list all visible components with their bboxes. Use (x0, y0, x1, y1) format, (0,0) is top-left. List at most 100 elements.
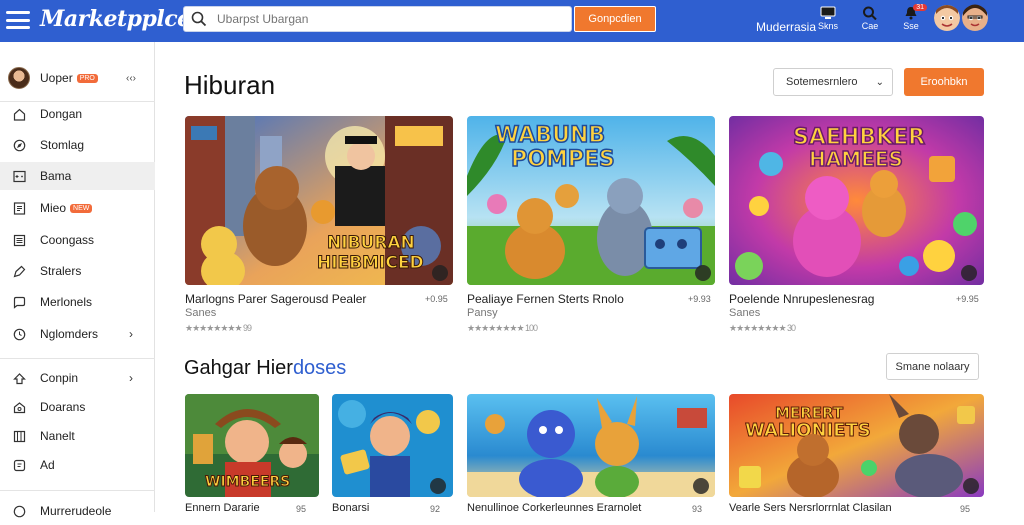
cart-icon (12, 504, 26, 518)
top-icon-search[interactable]: Cae (858, 6, 882, 31)
user-badge: PRO (76, 73, 98, 83)
sidebar-item-merlonels[interactable]: Merlonels (0, 288, 155, 316)
sidebar-item-label: Stralers (40, 264, 82, 278)
game-title[interactable]: Bonarsi (332, 502, 369, 514)
action-button[interactable]: Eroohbkn (904, 68, 984, 96)
sidebar-item-doarans[interactable]: Doarans (0, 393, 155, 421)
svg-text:WABUNB: WABUNB (495, 123, 605, 148)
section-title-accent: doses (292, 357, 347, 379)
new-badge: NEW (70, 203, 93, 213)
ad-icon (12, 458, 26, 472)
svg-text:HIEBMICED: HIEBMICED (317, 253, 424, 273)
game-title[interactable]: Vearle Sers Nersrlorrnlat Clasilan (729, 502, 892, 514)
sidebar-item-label: Conpin (40, 371, 79, 385)
game-thumbnail[interactable]: WIMBEERS (185, 394, 319, 497)
game-thumbnail[interactable]: SAEHBKER HAMEES (729, 116, 984, 285)
game-thumbnail[interactable]: WABUNB POMPES (467, 116, 715, 285)
tag-icon (12, 264, 26, 278)
chevron-right-icon[interactable]: › (129, 371, 133, 385)
game-title[interactable]: Ennern Dararie (185, 502, 260, 514)
game-price: 92 (430, 504, 441, 514)
top-link[interactable]: Muderrasia (756, 20, 816, 34)
see-more-button[interactable]: Smane nolaary (886, 353, 979, 380)
game-rating: ★★★★★★★★ 100 (467, 323, 538, 333)
more-icon[interactable]: ‹‹› (126, 73, 136, 84)
film-icon (12, 201, 26, 215)
chevron-down-icon: ⌄ (875, 76, 884, 88)
sidebar-item-stomlag[interactable]: Stomlag (0, 131, 155, 159)
sort-dropdown[interactable]: Sotemesrnlero ⌄ (773, 68, 893, 96)
friend-avatar[interactable] (962, 4, 988, 32)
game-price: +0.95 (425, 294, 448, 304)
sidebar-item-label: Mieo (40, 201, 67, 215)
game-title[interactable]: Pealiaye Fernen Sterts Rnolo (467, 292, 624, 306)
game-subtitle: Pansy (467, 307, 498, 319)
section-title-main: Gahgar Hier (184, 357, 293, 379)
svg-text:NIBURAN: NIBURAN (327, 233, 415, 253)
sidebar-item-murrerudeole[interactable]: Murrerudeole (0, 497, 155, 525)
game-thumbnail[interactable]: MERERT WALIONIETS (729, 394, 984, 497)
game-thumbnail[interactable]: NIBURAN HIEBMICED (185, 116, 453, 285)
game-title[interactable]: Marlogns Parer Sagerousd Pealer (185, 292, 366, 306)
chat-icon (12, 295, 26, 309)
sidebar-item-coongass[interactable]: Coongass (0, 226, 155, 254)
menu-icon[interactable] (6, 11, 30, 29)
app-logo[interactable]: Marketpplce (40, 6, 191, 32)
sidebar-item-label: Ad (40, 458, 55, 472)
sort-label: Sotemesrnlero (786, 76, 858, 88)
monitor-icon (820, 6, 836, 19)
sidebar-item-label: Murrerudeole (40, 504, 112, 518)
game-price: +9.95 (956, 294, 979, 304)
sidebar-item-label: Nanelt (40, 429, 75, 443)
sidebar-item-label: Dongan (40, 107, 83, 121)
thumbnail-banner: WIMBEERS (205, 474, 290, 490)
clock-icon (12, 327, 26, 341)
sidebar-item-label: Bama (40, 169, 72, 183)
search-icon (191, 11, 207, 27)
divider (0, 490, 155, 491)
gamepad-icon (12, 169, 26, 183)
sidebar-item-conpin[interactable]: Conpin › (0, 364, 155, 392)
sidebar-item-mieo[interactable]: Mieo NEW (0, 194, 155, 222)
search-icon (863, 6, 877, 20)
list-icon (12, 233, 26, 247)
top-icon-label: Skns (817, 21, 838, 31)
sidebar-item-nglomders[interactable]: Nglomders › (0, 320, 155, 348)
chevron-right-icon[interactable]: › (129, 327, 133, 341)
sidebar-item-label: Doarans (40, 400, 86, 414)
sidebar-item-nanelt[interactable]: Nanelt (0, 422, 155, 450)
user-avatar[interactable] (934, 4, 960, 32)
top-icon-label: Cae (861, 21, 879, 31)
section-title: Gahgar Hierdoses (184, 357, 346, 380)
game-thumbnail[interactable] (332, 394, 453, 497)
compass-icon (12, 138, 26, 152)
game-price: 95 (960, 504, 971, 514)
search-bar[interactable] (183, 6, 572, 32)
home-icon (12, 107, 26, 121)
svg-text:POMPES: POMPES (511, 147, 615, 172)
star-icon (12, 371, 26, 385)
search-input[interactable] (207, 7, 571, 31)
top-icon-monitor[interactable]: Skns (816, 6, 840, 31)
top-icon-notifications[interactable]: Sse 31 (899, 4, 927, 31)
sidebar-item-ad[interactable]: Ad (0, 451, 155, 479)
sidebar-item-stralers[interactable]: Stralers (0, 257, 155, 285)
game-rating: ★★★★★★★★ 30 (729, 323, 796, 333)
gift-icon (12, 400, 26, 414)
page-title: Hiburan (184, 70, 276, 100)
game-thumbnail[interactable] (467, 394, 715, 497)
game-price: 93 (692, 504, 703, 514)
sidebar-item-dongan[interactable]: Dongan (0, 100, 155, 128)
sidebar-user[interactable]: Uoper PRO ‹‹› (8, 66, 148, 90)
grid-icon (12, 429, 26, 443)
game-subtitle: Sanes (729, 307, 761, 319)
top-icon-label: Sse (903, 21, 919, 31)
top-navigation-bar: Marketpplce Gonpcdien Muderrasia Skns Ca… (0, 0, 1024, 42)
game-subtitle: Sanes (185, 307, 217, 319)
sidebar-item-label: Merlonels (40, 295, 93, 309)
user-name: Uoper (40, 71, 73, 85)
sidebar-item-bama[interactable]: Bama (0, 162, 155, 190)
game-title[interactable]: Nenullinoe Corkerleunnes Erarnolet (467, 502, 641, 514)
game-title[interactable]: Poelende Nnrupeslenesrag (729, 292, 874, 306)
search-button[interactable]: Gonpcdien (574, 6, 656, 32)
